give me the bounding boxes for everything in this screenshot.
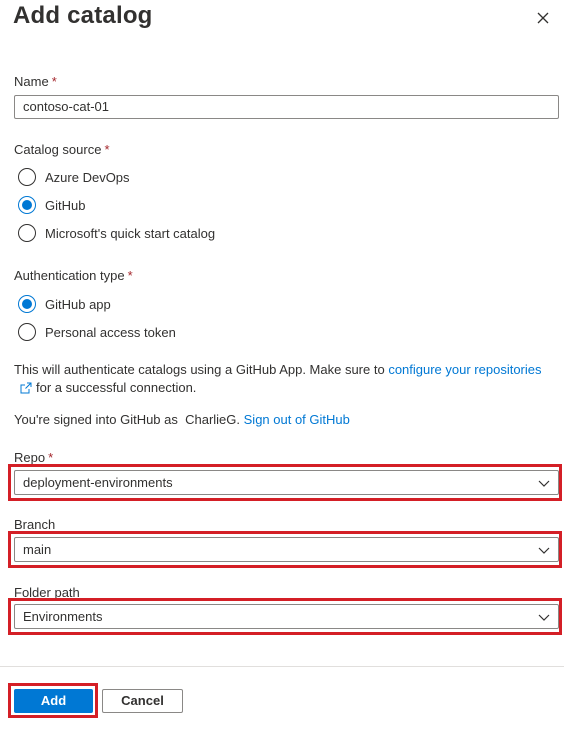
branch-label: Branch: [14, 517, 55, 532]
page-title: Add catalog: [13, 2, 153, 29]
info-text-before: This will authenticate catalogs using a …: [14, 362, 389, 377]
branch-label-text: Branch: [14, 517, 56, 532]
close-icon[interactable]: [533, 8, 553, 28]
repo-value: deployment-environments: [23, 475, 173, 490]
radio-dot: [22, 200, 32, 210]
external-link-icon[interactable]: [20, 382, 32, 394]
repo-label-text: Repo: [14, 450, 46, 465]
radio-label: Personal access token: [45, 324, 176, 340]
cancel-button[interactable]: Cancel: [102, 689, 183, 713]
footer-divider: [0, 666, 564, 667]
sign-out-link[interactable]: Sign out of GitHub: [244, 412, 350, 427]
add-catalog-panel: Add catalog Name * contoso-cat-01 Catalog…: [0, 0, 564, 733]
signed-in-label: You're signed into GitHub as CharlieG.: [14, 412, 241, 427]
catalog-source-label: Catalog source *: [14, 142, 110, 157]
repo-dropdown[interactable]: deployment-environments: [14, 470, 559, 495]
radio-label: Azure DevOps: [45, 169, 130, 185]
radio-button[interactable]: [18, 168, 36, 186]
branch-dropdown[interactable]: main: [14, 537, 559, 562]
name-input[interactable]: contoso-cat-01: [14, 95, 559, 119]
radio-button[interactable]: [18, 224, 36, 242]
chevron-down-icon: [538, 614, 550, 621]
info-text-after: for a successful connection.: [36, 380, 197, 395]
radio-label: Microsoft's quick start catalog: [45, 225, 216, 241]
required-mark: *: [127, 268, 133, 283]
name-label-text: Name: [14, 74, 49, 89]
radio-github[interactable]: GitHub: [18, 195, 85, 215]
radio-github-app[interactable]: GitHub app: [18, 294, 111, 314]
close-button[interactable]: [533, 8, 553, 28]
auth-type-label-text: Authentication type: [14, 268, 125, 283]
required-mark: *: [48, 450, 54, 465]
signed-in-text: You're signed into GitHub as CharlieG. S…: [14, 412, 350, 427]
catalog-source-label-text: Catalog source: [14, 142, 102, 157]
name-label: Name *: [14, 74, 57, 89]
radio-personal-access-token[interactable]: Personal access token: [18, 322, 176, 342]
required-mark: *: [104, 142, 110, 157]
radio-azure-devops[interactable]: Azure DevOps: [18, 167, 130, 187]
radio-dot: [22, 299, 32, 309]
radio-button[interactable]: [18, 323, 36, 341]
required-mark: *: [51, 74, 57, 89]
auth-type-label: Authentication type *: [14, 268, 133, 283]
radio-button-selected[interactable]: [18, 295, 36, 313]
radio-label: GitHub: [45, 197, 86, 213]
branch-value: main: [23, 542, 52, 557]
add-button[interactable]: Add: [14, 689, 93, 713]
chevron-down-icon: [538, 480, 550, 487]
chevron-down-icon: [538, 547, 550, 554]
folder-path-dropdown[interactable]: Environments: [14, 604, 559, 629]
folder-path-value: Environments: [23, 609, 103, 624]
radio-button-selected[interactable]: [18, 196, 36, 214]
radio-quick-start-catalog[interactable]: Microsoft's quick start catalog: [18, 223, 215, 243]
repo-label: Repo *: [14, 450, 53, 465]
radio-label: GitHub app: [45, 296, 111, 312]
auth-info-text: This will authenticate catalogs using a …: [14, 361, 554, 397]
configure-repositories-link[interactable]: configure your repositories: [388, 362, 541, 377]
